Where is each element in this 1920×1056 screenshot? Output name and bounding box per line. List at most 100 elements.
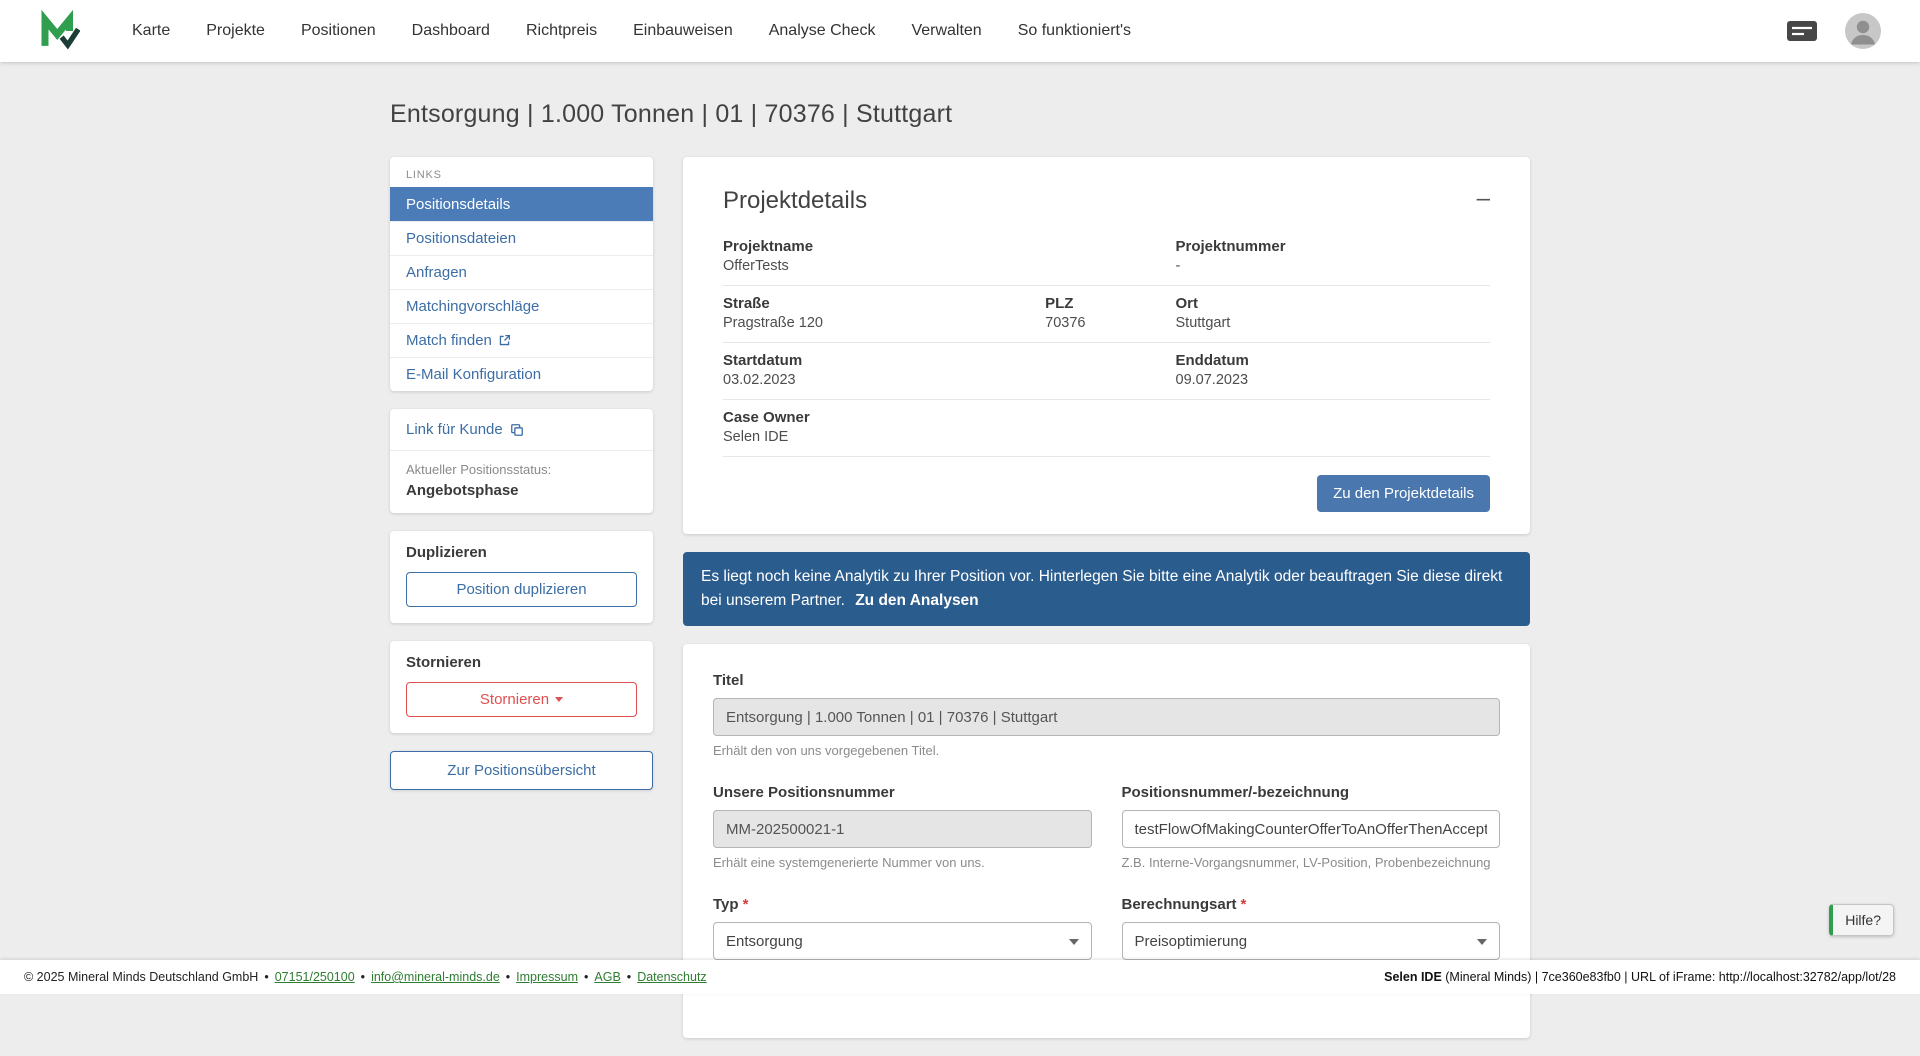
sidebar-item-label: Match finden [406,332,492,349]
main-column: Projektdetails – Projektname OfferTests … [683,157,1530,1056]
project-details-button[interactable]: Zu den Projektdetails [1317,475,1490,512]
positionsnummer-label: Positionsnummer/-bezeichnung [1122,784,1501,801]
nav-item-projekte[interactable]: Projekte [206,22,265,40]
agb-link[interactable]: AGB [594,970,620,984]
footer-session-rest: (Mineral Minds) | 7ce360e83fb0 | URL of … [1442,970,1896,984]
typ-select-value: Entsorgung [726,933,803,950]
sidebar-item-matchingvorschlaege[interactable]: Matchingvorschläge [390,289,653,323]
mineral-minds-logo[interactable] [38,10,80,52]
project-row: Case Owner Selen IDE [723,400,1490,457]
logo-icon [38,10,80,52]
footer-separator: • [264,970,268,984]
berechnungsart-select-value: Preisoptimierung [1135,933,1248,950]
sidebar-item-label: Positionsdateien [406,230,516,247]
footer-separator: • [584,970,588,984]
project-row: Projektname OfferTests Projektnummer - [723,229,1490,286]
position-overview-button[interactable]: Zur Positionsübersicht [390,751,653,790]
links-card: LINKS Positionsdetails Positionsdateien … [390,157,653,391]
nav-item-positionen[interactable]: Positionen [301,22,376,40]
berechnungsart-label: Berechnungsart* [1122,896,1501,913]
field-value: Selen IDE [723,429,1490,445]
cancel-card: Stornieren Stornieren [390,641,653,733]
nav-item-analyse-check[interactable]: Analyse Check [769,22,876,40]
footer-session-info: Selen IDE (Mineral Minds) | 7ce360e83fb0… [1384,970,1896,984]
analyses-link[interactable]: Zu den Analysen [855,592,978,609]
customer-link[interactable]: Link für Kunde [390,409,653,451]
impressum-link[interactable]: Impressum [516,970,578,984]
berechnungsart-select[interactable]: Preisoptimierung [1122,922,1501,960]
footer: © 2025 Mineral Minds Deutschland GmbH • … [0,960,1920,994]
page-content: Entsorgung | 1.000 Tonnen | 01 | 70376 |… [390,62,1530,1056]
cancel-position-button[interactable]: Stornieren [406,682,637,717]
footer-separator: • [506,970,510,984]
nav-item-einbauweisen[interactable]: Einbauweisen [633,22,733,40]
nav-item-richtpreis[interactable]: Richtpreis [526,22,597,40]
sidebar-item-label: E-Mail Konfiguration [406,366,541,383]
chevron-down-icon [1069,939,1079,945]
position-status: Aktueller Positionsstatus: Angebotsphase [390,451,653,513]
status-label: Aktueller Positionsstatus: [406,462,637,477]
page-title: Entsorgung | 1.000 Tonnen | 01 | 70376 |… [390,100,1530,129]
field-label: Projektname [723,238,1176,255]
titel-label: Titel [713,672,1500,689]
collapse-button[interactable]: – [1477,187,1490,211]
caret-down-icon [555,697,563,702]
sidebar-item-email-konfiguration[interactable]: E-Mail Konfiguration [390,357,653,391]
field-value: 09.07.2023 [1176,372,1490,388]
positionsnummer-input[interactable] [1122,810,1501,848]
field-startdatum: Startdatum 03.02.2023 [723,352,1176,388]
project-row: Startdatum 03.02.2023 Enddatum 09.07.202… [723,343,1490,400]
duplicate-card: Duplizieren Position duplizieren [390,531,653,623]
field-case-owner: Case Owner Selen IDE [723,409,1490,445]
positionsnummer-helper: Z.B. Interne-Vorgangsnummer, LV-Position… [1122,855,1501,870]
project-details-card: Projektdetails – Projektname OfferTests … [683,157,1530,534]
sidebar-item-positionsdetails[interactable]: Positionsdetails [390,187,653,221]
footer-separator: • [361,970,365,984]
field-projektnummer: Projektnummer - [1176,238,1490,274]
nav-item-so-funktionierts[interactable]: So funktioniert's [1018,22,1131,40]
datenschutz-link[interactable]: Datenschutz [637,970,706,984]
sidebar-item-match-finden[interactable]: Match finden [390,323,653,357]
footer-user-name: Selen IDE [1384,970,1442,984]
phone-link[interactable]: 07151/250100 [275,970,355,984]
field-value: 70376 [1045,315,1175,331]
typ-label: Typ* [713,896,1092,913]
field-label: Straße [723,295,1045,312]
nav-items: Karte Projekte Positionen Dashboard Rich… [132,22,1786,40]
customer-link-label: Link für Kunde [406,421,503,438]
unsere-positionsnummer-group: Unsere Positionsnummer Erhält eine syste… [713,784,1092,870]
unsere-positionsnummer-label: Unsere Positionsnummer [713,784,1092,801]
sidebar-item-anfragen[interactable]: Anfragen [390,255,653,289]
field-value: Stuttgart [1176,315,1490,331]
footer-separator: • [627,970,631,984]
project-details-heading: Projektdetails [723,187,867,215]
nav-item-dashboard[interactable]: Dashboard [412,22,490,40]
cancel-button-label: Stornieren [480,691,549,708]
field-enddatum: Enddatum 09.07.2023 [1176,352,1490,388]
titel-input [713,698,1500,736]
typ-label-text: Typ [713,896,739,913]
sidebar-item-positionsdateien[interactable]: Positionsdateien [390,221,653,255]
nav-item-karte[interactable]: Karte [132,22,170,40]
sidebar-item-label: Positionsdetails [406,196,510,213]
analytics-info-banner: Es liegt noch keine Analytik zu Ihrer Po… [683,552,1530,626]
nav-item-verwalten[interactable]: Verwalten [911,22,981,40]
cancel-heading: Stornieren [406,654,637,671]
duplicate-position-button[interactable]: Position duplizieren [406,572,637,607]
field-value: 03.02.2023 [723,372,1176,388]
unsere-positionsnummer-helper: Erhält eine systemgenerierte Nummer von … [713,855,1092,870]
field-value: Pragstraße 120 [723,315,1045,331]
email-link[interactable]: info@mineral-minds.de [371,970,500,984]
field-label: Ort [1176,295,1490,312]
field-value: - [1176,258,1490,274]
help-button[interactable]: Hilfe? [1829,904,1894,936]
field-label: Startdatum [723,352,1176,369]
server-icon[interactable] [1786,19,1818,43]
field-projektname: Projektname OfferTests [723,238,1176,274]
titel-helper: Erhält den von uns vorgegebenen Titel. [713,743,1500,758]
user-avatar[interactable] [1844,12,1882,50]
typ-select[interactable]: Entsorgung [713,922,1092,960]
copyright-text: © 2025 Mineral Minds Deutschland GmbH [24,970,258,984]
project-row: Straße Pragstraße 120 PLZ 70376 Ort Stut… [723,286,1490,343]
field-plz: PLZ 70376 [1045,295,1175,331]
